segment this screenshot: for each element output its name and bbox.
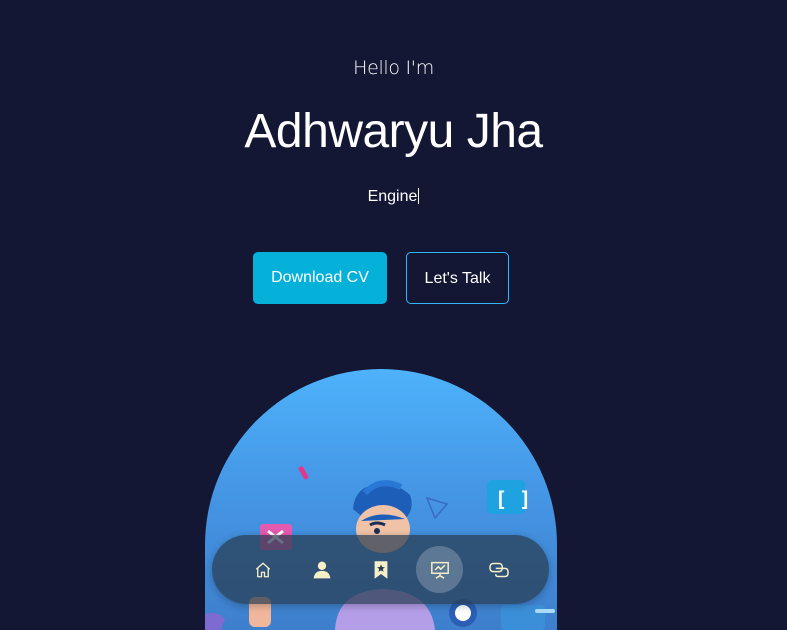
home-icon bbox=[255, 562, 270, 577]
svg-text:[ ]: [ ] bbox=[495, 487, 531, 511]
nav-home[interactable] bbox=[239, 546, 286, 593]
user-icon bbox=[313, 561, 330, 578]
chat-icon bbox=[488, 562, 509, 577]
bookmark-icon bbox=[374, 560, 387, 579]
nav-portfolio[interactable] bbox=[416, 546, 463, 593]
greeting: Hello I'm bbox=[353, 57, 434, 79]
lets-talk-button[interactable]: Let's Talk bbox=[406, 252, 509, 304]
nav-experience[interactable] bbox=[357, 546, 404, 593]
typing-cursor bbox=[418, 188, 420, 204]
download-cv-button[interactable]: Download CV bbox=[253, 252, 387, 304]
nav-about[interactable] bbox=[298, 546, 345, 593]
nav-contact[interactable] bbox=[475, 546, 522, 593]
name-heading: Adhwaryu Jha bbox=[244, 105, 543, 158]
typed-role-text: Engine bbox=[367, 188, 418, 205]
typed-role: Engine bbox=[0, 188, 787, 206]
presentation-icon bbox=[430, 561, 449, 579]
bottom-nav-dock bbox=[212, 535, 549, 604]
